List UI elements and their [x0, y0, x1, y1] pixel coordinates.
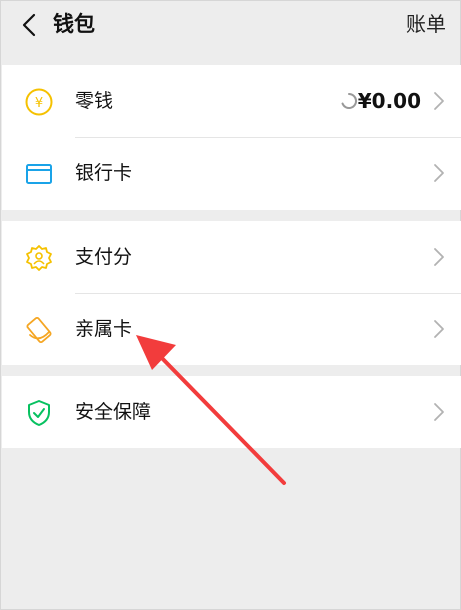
back-arrow-icon[interactable]: [19, 12, 41, 38]
svg-text:¥: ¥: [35, 96, 43, 111]
shield-check-icon: [28, 400, 50, 426]
nav-bar: 钱包 账单: [1, 1, 461, 49]
chevron-right-icon: [434, 92, 444, 110]
balance-value: ¥0.00: [357, 89, 421, 113]
coin-icon: ¥: [25, 88, 53, 116]
page-title: 钱包: [53, 12, 95, 36]
wallet-screen: 钱包 账单 ¥ 零钱 ¥0.00 银行卡 支付分 亲属卡 安全保障: [0, 0, 461, 610]
wallet-group-services: 支付分 亲属卡: [2, 221, 461, 365]
wallet-group-security: 安全保障: [2, 376, 461, 448]
row-bank-card[interactable]: 银行卡: [2, 137, 461, 210]
row-label: 支付分: [75, 246, 133, 268]
row-label: 零钱: [75, 90, 114, 112]
row-pay-score[interactable]: 支付分: [2, 221, 461, 293]
chevron-right-icon: [434, 403, 444, 421]
bill-button[interactable]: 账单: [406, 9, 446, 39]
wallet-group-balance: ¥ 零钱 ¥0.00 银行卡: [2, 65, 461, 210]
chevron-right-icon: [434, 164, 444, 182]
row-label: 银行卡: [75, 162, 133, 184]
row-family-card[interactable]: 亲属卡: [2, 293, 461, 365]
row-label: 安全保障: [75, 401, 152, 423]
row-security[interactable]: 安全保障: [2, 376, 461, 448]
loading-spinner-icon: [341, 92, 358, 109]
family-card-icon: [26, 316, 52, 344]
chevron-right-icon: [434, 248, 444, 266]
chevron-right-icon: [434, 320, 444, 338]
pay-score-icon: [26, 245, 52, 271]
row-change[interactable]: ¥ 零钱 ¥0.00: [2, 65, 461, 137]
bank-card-icon: [26, 164, 52, 184]
row-label: 亲属卡: [75, 318, 133, 340]
